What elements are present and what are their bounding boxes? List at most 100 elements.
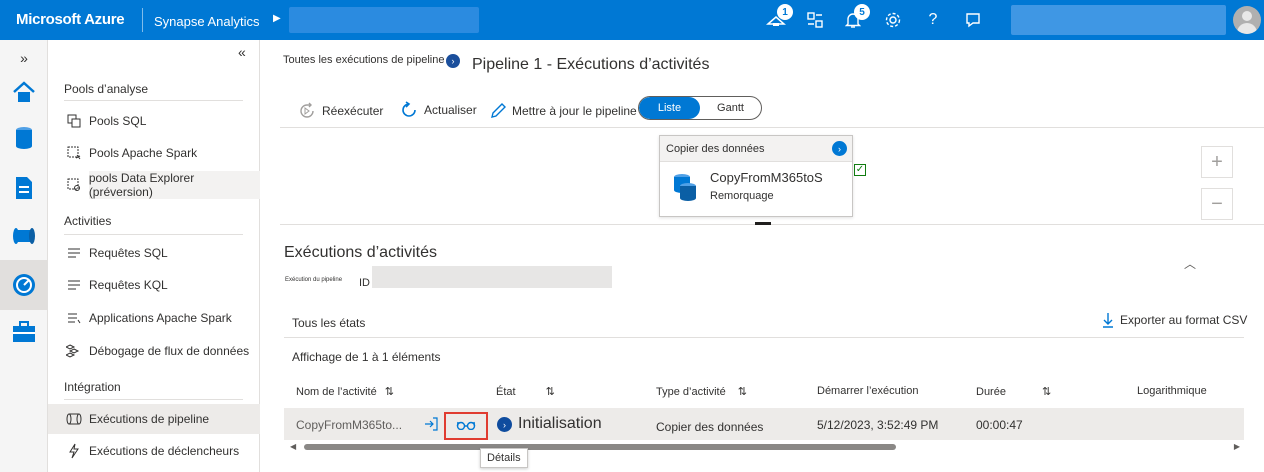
spark-pool-icon <box>64 146 84 160</box>
column-header-start[interactable]: Démarrer l’exécution <box>817 385 918 397</box>
pencil-icon <box>490 103 506 119</box>
trigger-runs-icon <box>64 443 84 459</box>
sidebar-item-kql-requests[interactable]: Requêtes KQL <box>48 270 260 300</box>
status-filter[interactable]: Tous les états <box>292 316 365 330</box>
sidebar-item-data-explorer-pools[interactable]: pools Data Explorer (préversion) <box>48 170 260 200</box>
column-header-duration[interactable]: Durée ⇅ <box>976 385 1051 399</box>
rerun-icon <box>298 102 316 120</box>
notification-badge: 1 <box>777 4 793 20</box>
divider <box>64 234 243 235</box>
column-header-status[interactable]: État ⇅ <box>496 385 555 399</box>
avatar[interactable] <box>1233 6 1261 34</box>
page-title: Pipeline 1 - Exécutions d’activités <box>472 56 710 73</box>
sidebar-item-spark-pools[interactable]: Pools Apache Spark <box>48 138 260 168</box>
horizontal-scrollbar[interactable]: ◀ ▶ <box>288 442 1244 452</box>
scroll-left-icon[interactable]: ◀ <box>290 442 296 451</box>
feedback-cloud-icon[interactable]: 1 <box>763 4 793 32</box>
chevron-right-circle-icon[interactable]: › <box>832 141 847 156</box>
chat-feedback-icon[interactable] <box>960 8 986 32</box>
integrate-icon[interactable] <box>8 220 40 252</box>
left-rail: » <box>0 40 48 472</box>
details-button[interactable] <box>444 412 488 440</box>
activity-subtitle: Remorquage <box>710 190 774 202</box>
pane-splitter <box>280 224 1264 225</box>
refresh-icon <box>400 101 418 119</box>
home-icon[interactable] <box>8 76 40 108</box>
download-icon <box>1102 312 1114 328</box>
chevron-right-circle-icon: › <box>446 54 460 68</box>
collapse-icon[interactable]: « <box>238 44 246 60</box>
rerun-button[interactable]: Réexécuter <box>298 99 383 123</box>
data-explorer-pool-icon <box>64 178 84 192</box>
column-header-activity[interactable]: Nom de l’activité ⇅ <box>296 385 394 399</box>
sort-icon[interactable]: ⇅ <box>385 385 394 398</box>
section-title: Exécutions d’activités <box>284 244 437 261</box>
pipeline-run-id-value <box>372 266 612 288</box>
develop-icon[interactable] <box>8 172 40 204</box>
manage-icon[interactable] <box>8 316 40 348</box>
sql-requests-icon <box>64 247 84 259</box>
azure-brand[interactable]: Microsoft Azure <box>16 11 125 28</box>
export-csv-button[interactable]: Exporter au format CSV <box>1102 310 1247 330</box>
sidebar-item-sql-requests[interactable]: Requêtes SQL <box>48 238 260 268</box>
sort-icon[interactable]: ⇅ <box>738 385 747 398</box>
sql-pool-icon <box>64 114 84 128</box>
update-pipeline-button[interactable]: Mettre à jour le pipeline <box>490 99 637 123</box>
pipeline-run-label: Exécution du pipeline <box>285 277 343 283</box>
sidebar-item-dataflow-debug[interactable]: Débogage de flux de données <box>48 336 260 366</box>
section-heading: Intégration <box>64 380 121 394</box>
directory-icon[interactable] <box>802 8 828 32</box>
pipeline-runs-icon <box>64 413 84 425</box>
monitor-icon[interactable] <box>8 269 40 301</box>
scroll-right-icon[interactable]: ▶ <box>1234 442 1240 451</box>
gear-icon[interactable] <box>880 8 906 32</box>
zoom-in-button[interactable]: + <box>1201 146 1233 178</box>
divider <box>64 399 243 400</box>
chevron-up-icon[interactable]: ︿ <box>1184 255 1196 272</box>
activity-name: CopyFromM365toS <box>710 170 823 185</box>
column-header-type[interactable]: Type d’activité ⇅ <box>656 385 747 399</box>
toggle-gantt[interactable]: Gantt <box>700 97 761 119</box>
cell-activity-name[interactable]: CopyFromM365to... <box>296 418 402 432</box>
cell-activity-type: Copier des données <box>656 420 764 434</box>
kql-requests-icon <box>64 279 84 291</box>
chevron-right-icon: ▶ <box>273 13 281 24</box>
dataflow-debug-icon <box>64 344 84 358</box>
success-check-icon: ✓ <box>854 164 866 176</box>
glasses-icon <box>456 417 476 435</box>
divider <box>284 337 1244 338</box>
divider <box>280 127 1264 128</box>
column-header-log[interactable]: Logarithmique <box>1137 385 1207 397</box>
side-nav: « Pools d’analyse Pools SQL Pools Apache… <box>48 40 260 472</box>
sidebar-item-pipeline-runs[interactable]: Exécutions de pipeline <box>48 404 260 434</box>
view-toggle[interactable]: Liste Gantt <box>638 96 762 120</box>
sidebar-item-spark-apps[interactable]: Applications Apache Spark <box>48 303 260 333</box>
input-icon[interactable] <box>424 417 438 431</box>
toggle-list[interactable]: Liste <box>639 97 700 119</box>
sort-icon[interactable]: ⇅ <box>546 385 555 398</box>
account-info[interactable] <box>1011 5 1226 35</box>
sidebar-item-sql-pools[interactable]: Pools SQL <box>48 106 260 136</box>
refresh-button[interactable]: Actualiser <box>400 98 477 122</box>
splitter-handle[interactable] <box>755 222 771 225</box>
workspace-selector[interactable] <box>289 7 479 33</box>
details-tooltip: Détails <box>480 448 528 468</box>
scroll-thumb[interactable] <box>304 444 896 450</box>
zoom-out-button[interactable]: − <box>1201 188 1233 220</box>
sidebar-item-trigger-runs[interactable]: Exécutions de déclencheurs <box>48 436 260 466</box>
breadcrumb[interactable]: Toutes les exécutions de pipeline <box>283 54 444 66</box>
spark-apps-icon <box>64 312 84 324</box>
divider <box>64 100 243 101</box>
sort-icon[interactable]: ⇅ <box>1042 385 1051 398</box>
service-name[interactable]: Synapse Analytics <box>154 14 260 29</box>
cell-duration: 00:00:47 <box>976 418 1023 432</box>
copy-data-icon <box>672 172 698 207</box>
help-icon[interactable]: ? <box>920 8 946 32</box>
bell-icon[interactable]: 5 <box>840 4 870 32</box>
top-bar: Microsoft Azure Synapse Analytics ▶ 1 5 … <box>0 0 1264 40</box>
data-icon[interactable] <box>8 122 40 154</box>
notification-badge: 5 <box>854 4 870 20</box>
expand-icon[interactable]: » <box>8 42 40 74</box>
activity-card[interactable]: Copier des données › CopyFromM365toS Rem… <box>659 135 853 217</box>
cell-status: Initialisation <box>518 415 602 432</box>
